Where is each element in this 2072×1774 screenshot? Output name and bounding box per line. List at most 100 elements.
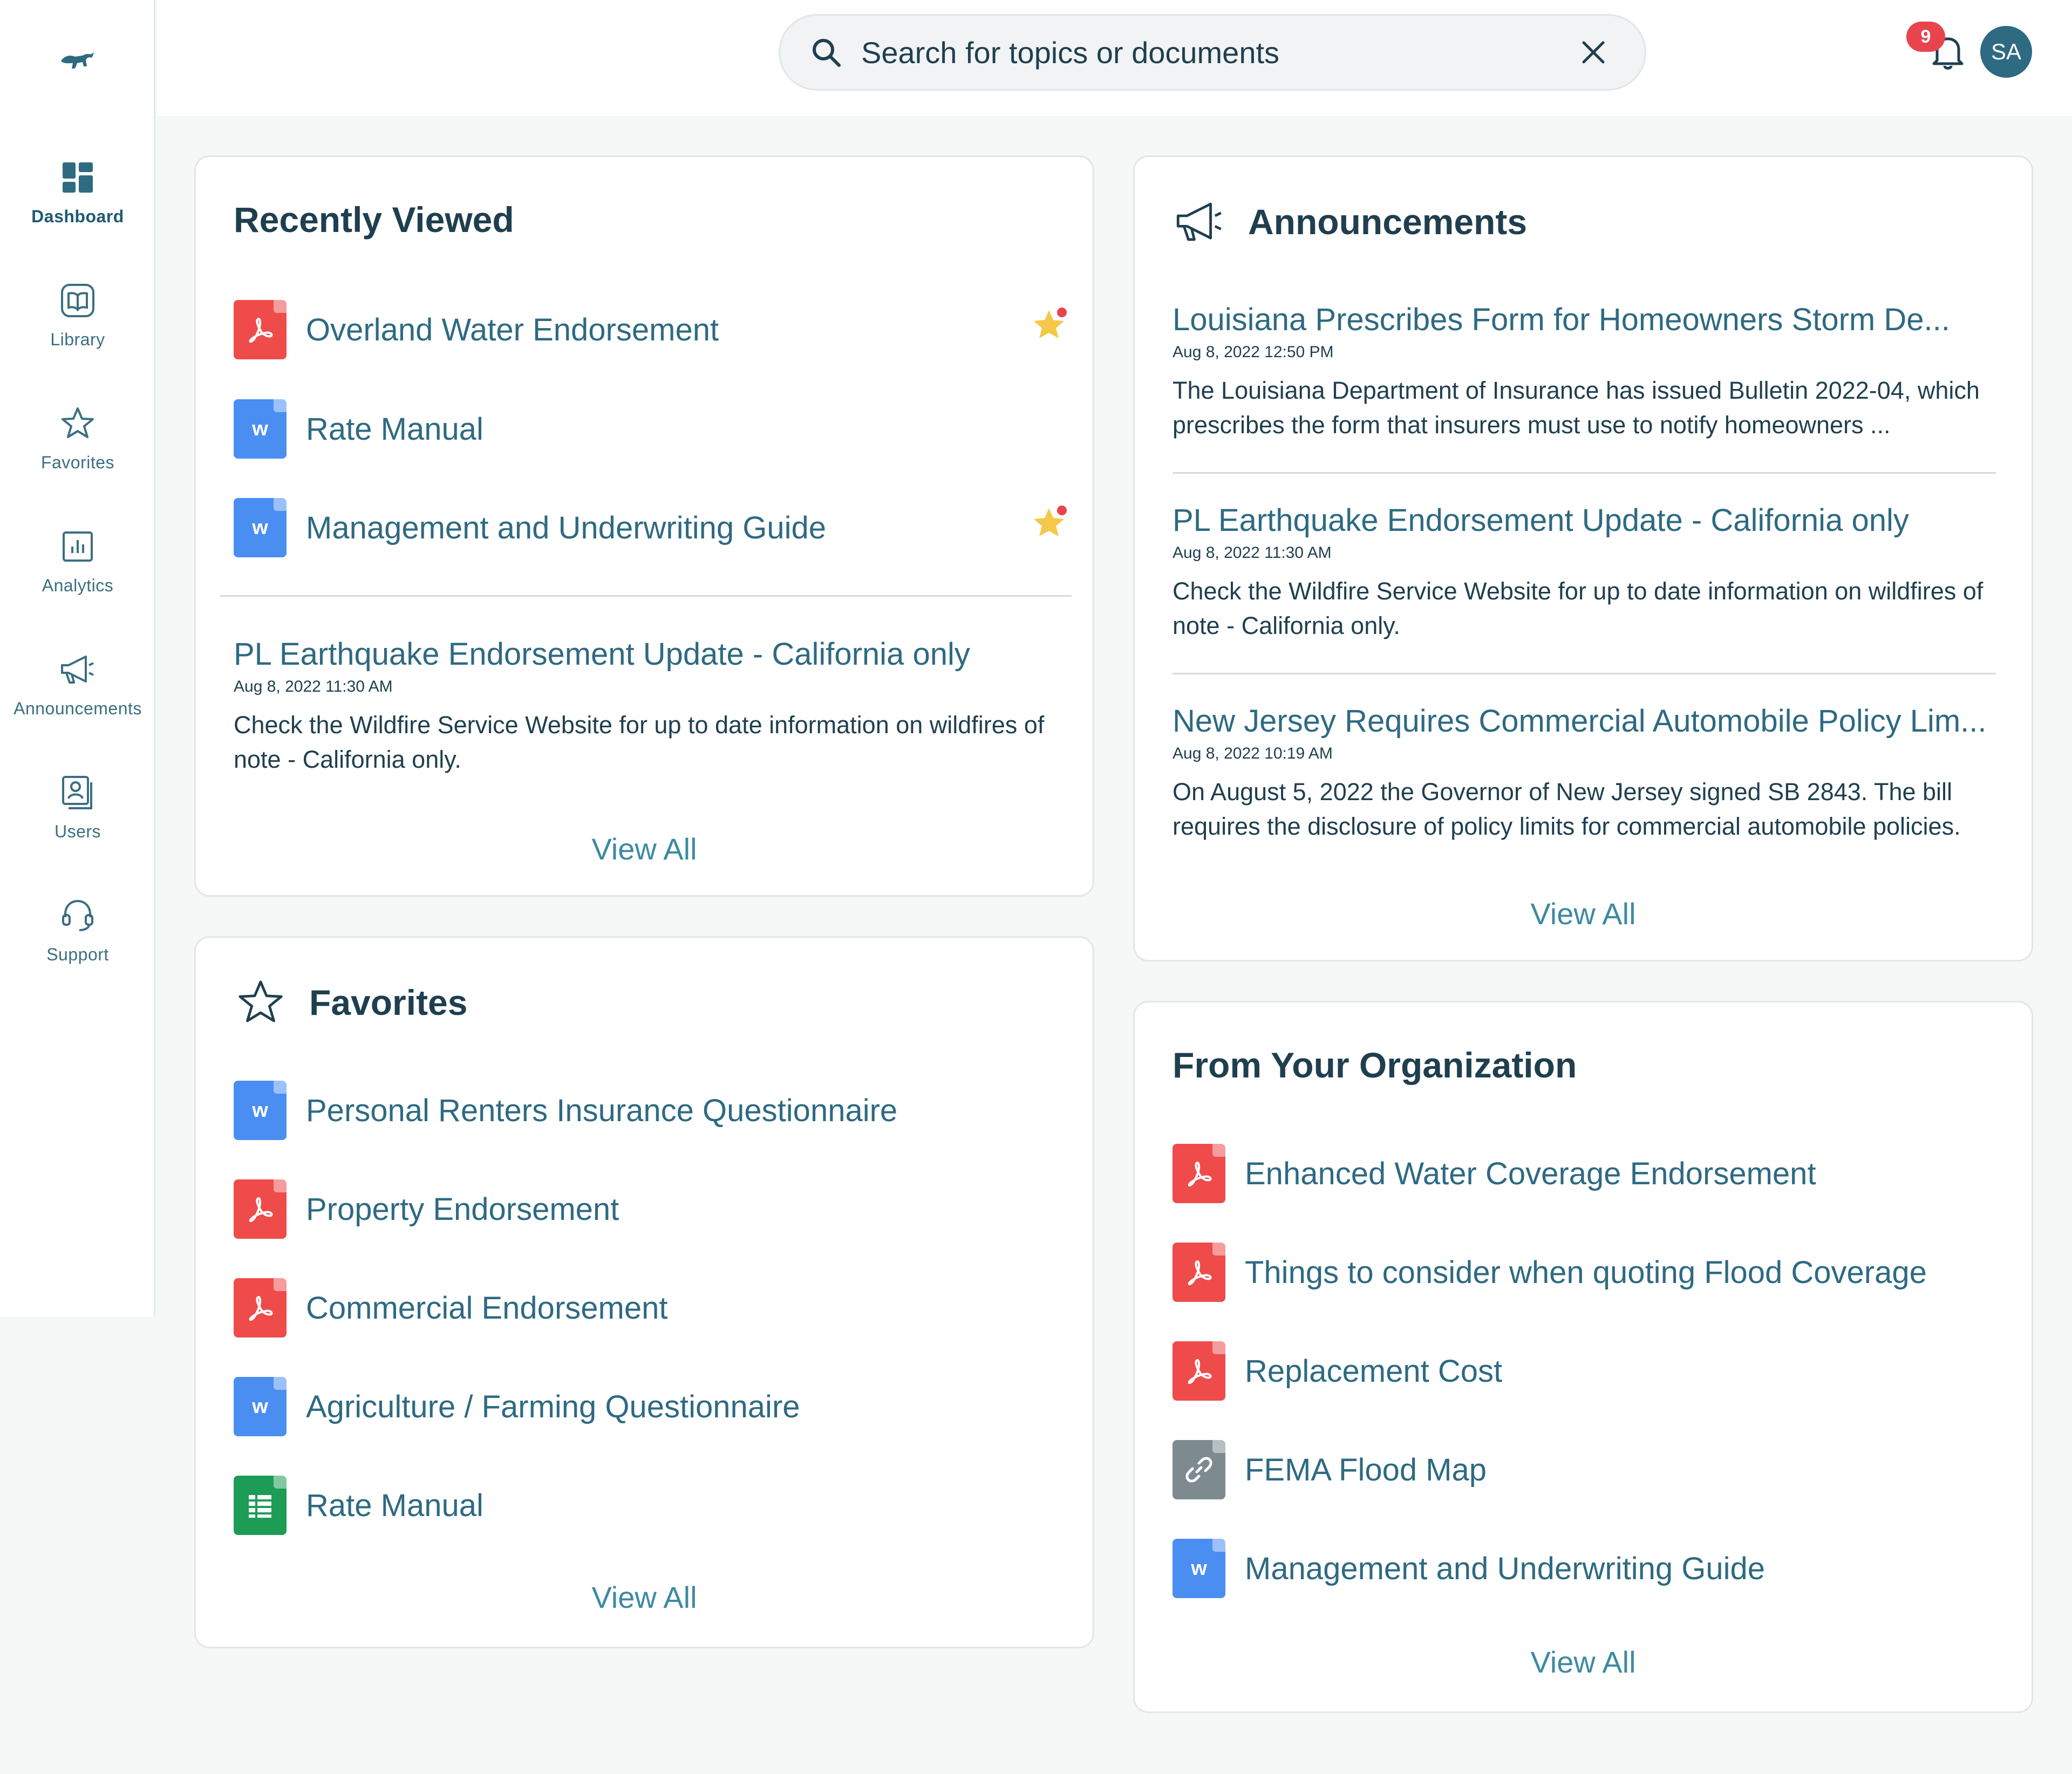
- view-all-link[interactable]: View All: [1135, 896, 2032, 931]
- pdf-file-icon: [1173, 1341, 1225, 1401]
- megaphone-icon: [1173, 195, 1226, 249]
- link-file-icon: [1173, 1440, 1225, 1499]
- sidebar-item-label: Announcements: [13, 699, 142, 718]
- dashboard-icon: [58, 158, 97, 197]
- announcement-body: Check the Wildfire Service Website for u…: [1173, 577, 1984, 639]
- document-name: FEMA Flood Map: [1245, 1452, 1487, 1488]
- view-all-link[interactable]: View All: [196, 1580, 1093, 1615]
- announcement-item[interactable]: PL Earthquake Endorsement Update - Calif…: [1173, 502, 2003, 643]
- document-item[interactable]: w Management and Underwriting Guide: [234, 498, 826, 557]
- document-item[interactable]: Things to consider when quoting Flood Co…: [1173, 1243, 1927, 1302]
- divider: [1173, 472, 1996, 474]
- divider: [1173, 673, 1996, 674]
- document-item[interactable]: w Personal Renters Insurance Questionnai…: [234, 1081, 897, 1140]
- star-icon: [234, 975, 288, 1029]
- document-item[interactable]: Overland Water Endorsement: [234, 300, 719, 359]
- sidebar-item-label: Users: [54, 822, 101, 841]
- pdf-file-icon: [1173, 1243, 1225, 1302]
- sidebar-item-label: Library: [50, 330, 105, 349]
- document-item[interactable]: Replacement Cost: [1173, 1341, 1502, 1401]
- announcement-title[interactable]: PL Earthquake Endorsement Update - Calif…: [234, 636, 1065, 672]
- word-file-icon: w: [234, 498, 287, 557]
- view-all-link[interactable]: View All: [1135, 1645, 2032, 1680]
- sidebar-item-label: Analytics: [42, 576, 114, 595]
- sidebar-item-analytics[interactable]: Analytics: [0, 517, 155, 640]
- document-name: Management and Underwriting Guide: [306, 510, 826, 545]
- announcement-body: On August 5, 2022 the Governor of New Je…: [1173, 778, 1961, 840]
- star-icon: [58, 404, 97, 443]
- document-item[interactable]: Commercial Endorsement: [234, 1278, 667, 1338]
- headset-icon: [58, 896, 97, 935]
- pdf-file-icon: [234, 1278, 287, 1338]
- document-item[interactable]: w Management and Underwriting Guide: [1173, 1539, 1765, 1598]
- divider: [220, 595, 1072, 597]
- announcement-date: Aug 8, 2022 10:19 AM: [1173, 745, 1333, 762]
- search-input[interactable]: [861, 35, 1575, 70]
- document-name: Agriculture / Farming Questionnaire: [306, 1389, 800, 1424]
- sidebar-item-library[interactable]: Library: [0, 271, 155, 394]
- sidebar-item-announcements[interactable]: Announcements: [0, 640, 155, 763]
- sidebar-item-label: Dashboard: [31, 207, 124, 226]
- document-name: Enhanced Water Coverage Endorsement: [1245, 1156, 1816, 1191]
- document-item[interactable]: w Rate Manual: [234, 399, 483, 459]
- sidebar-item-dashboard[interactable]: Dashboard: [0, 148, 155, 271]
- announcement-item[interactable]: Louisiana Prescribes Form for Homeowners…: [1173, 302, 2003, 442]
- recently-viewed-card: Recently Viewed Overland Water Endorseme…: [194, 155, 1094, 897]
- card-title: Announcements: [1173, 195, 1527, 249]
- user-card-icon: [58, 773, 97, 812]
- announcements-card: Announcements Louisiana Prescribes Form …: [1133, 155, 2033, 961]
- document-name: Replacement Cost: [1245, 1353, 1503, 1389]
- sidebar: Dashboard Library Favorites Analytics An…: [0, 0, 155, 1316]
- sidebar-item-users[interactable]: Users: [0, 763, 155, 886]
- card-title: Recently Viewed: [234, 200, 514, 240]
- favorite-star-icon[interactable]: [1030, 501, 1072, 543]
- sidebar-item-label: Favorites: [40, 453, 115, 472]
- favorite-star-icon[interactable]: [1030, 303, 1072, 345]
- spreadsheet-file-icon: [234, 1476, 287, 1535]
- notification-badge[interactable]: 9: [1906, 22, 1945, 52]
- word-file-icon: w: [234, 399, 287, 459]
- pdf-file-icon: [1173, 1144, 1225, 1203]
- announcement-item[interactable]: New Jersey Requires Commercial Automobil…: [1173, 703, 2003, 844]
- announcement-date: Aug 8, 2022 11:30 AM: [1173, 544, 1332, 562]
- announcement-title[interactable]: New Jersey Requires Commercial Automobil…: [1173, 703, 2003, 739]
- document-item[interactable]: Rate Manual: [234, 1476, 483, 1535]
- document-item[interactable]: Property Endorsement: [234, 1179, 619, 1239]
- document-name: Management and Underwriting Guide: [1245, 1551, 1765, 1586]
- announcement-body: Check the Wildfire Service Website for u…: [234, 711, 1045, 773]
- favorites-card: Favorites w Personal Renters Insurance Q…: [194, 936, 1094, 1648]
- announcement-date: Aug 8, 2022 11:30 AM: [234, 678, 393, 695]
- pdf-file-icon: [234, 300, 287, 359]
- pdf-file-icon: [234, 1179, 287, 1239]
- megaphone-icon: [58, 650, 97, 689]
- card-title: Favorites: [234, 975, 467, 1029]
- document-name: Property Endorsement: [306, 1191, 619, 1227]
- search-icon[interactable]: [807, 33, 845, 71]
- document-name: Things to consider when quoting Flood Co…: [1245, 1254, 1927, 1290]
- document-item[interactable]: Enhanced Water Coverage Endorsement: [1173, 1144, 1816, 1203]
- word-file-icon: w: [234, 1081, 287, 1140]
- card-title-text: Favorites: [309, 982, 468, 1022]
- organization-card: From Your Organization Enhanced Water Co…: [1133, 1001, 2033, 1713]
- card-title: From Your Organization: [1173, 1045, 1577, 1085]
- document-name: Commercial Endorsement: [306, 1290, 668, 1326]
- announcement-title[interactable]: PL Earthquake Endorsement Update - Calif…: [1173, 502, 2003, 538]
- document-name: Personal Renters Insurance Questionnaire: [306, 1093, 898, 1128]
- bar-chart-icon: [58, 527, 97, 566]
- top-bar: [157, 0, 2072, 116]
- document-item[interactable]: FEMA Flood Map: [1173, 1440, 1487, 1499]
- announcement-title[interactable]: Louisiana Prescribes Form for Homeowners…: [1173, 302, 2003, 338]
- bull-logo-icon[interactable]: [0, 43, 155, 81]
- sidebar-item-label: Support: [46, 945, 109, 964]
- sidebar-item-support[interactable]: Support: [0, 886, 155, 1009]
- document-item[interactable]: w Agriculture / Farming Questionnaire: [234, 1377, 800, 1436]
- sidebar-nav: Dashboard Library Favorites Analytics An…: [0, 148, 155, 1009]
- close-icon[interactable]: [1575, 33, 1612, 71]
- view-all-link[interactable]: View All: [196, 831, 1093, 866]
- avatar[interactable]: SA: [1980, 26, 2032, 78]
- sidebar-item-favorites[interactable]: Favorites: [0, 394, 155, 517]
- search-bar[interactable]: [779, 14, 1646, 91]
- word-file-icon: w: [1173, 1539, 1225, 1598]
- announcement-item[interactable]: PL Earthquake Endorsement Update - Calif…: [234, 636, 1065, 777]
- document-name: Rate Manual: [306, 411, 483, 447]
